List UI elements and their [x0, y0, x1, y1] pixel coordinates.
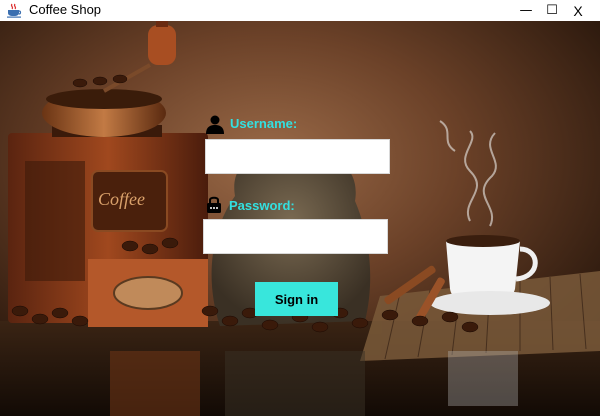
user-icon: [206, 115, 224, 134]
title-bar: Coffee Shop — ☐ X: [0, 0, 600, 22]
window-title: Coffee Shop: [29, 2, 102, 17]
lock-icon: [207, 196, 221, 213]
grinder-label: Coffee: [98, 189, 145, 209]
coffee-cup-icon: [7, 3, 22, 18]
username-input[interactable]: [205, 139, 390, 174]
password-input[interactable]: [203, 219, 388, 254]
maximize-button[interactable]: ☐: [539, 0, 565, 21]
password-label: Password:: [229, 198, 295, 213]
close-button[interactable]: X: [565, 0, 591, 21]
username-label: Username:: [230, 116, 298, 131]
sign-in-button[interactable]: Sign in: [255, 282, 338, 316]
minimize-button[interactable]: —: [513, 0, 539, 21]
